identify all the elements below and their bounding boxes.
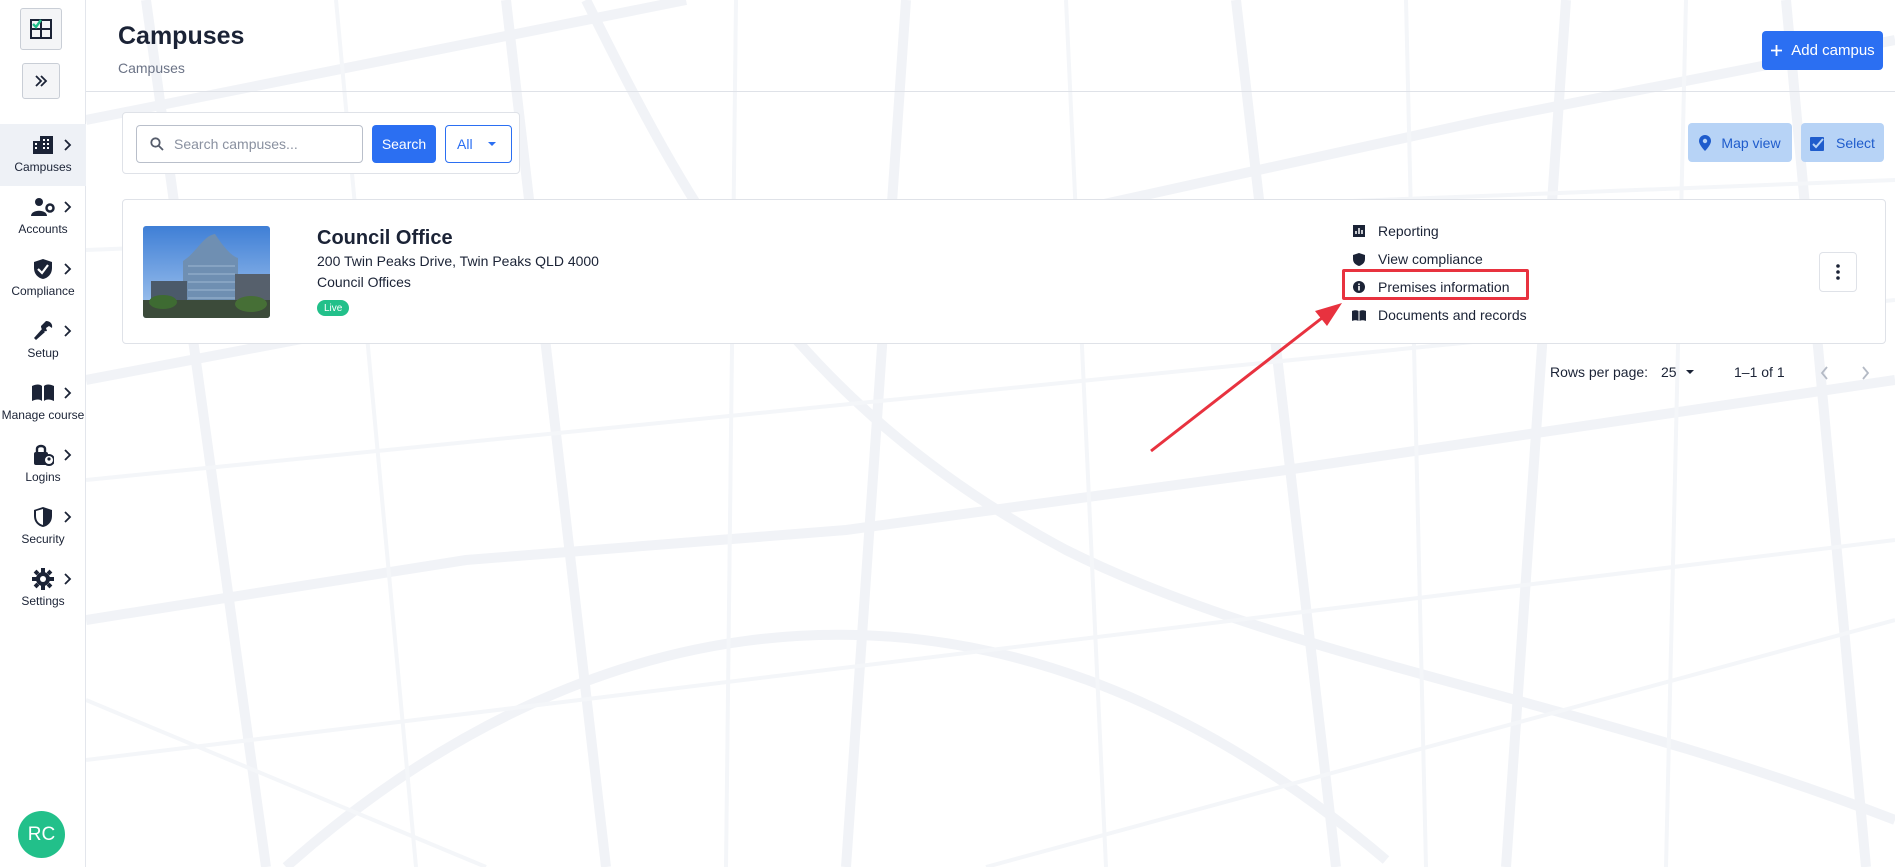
lock-person-icon	[31, 443, 55, 467]
main-content: Campuses Campuses Add campus Search All …	[86, 0, 1895, 867]
link-label: View compliance	[1378, 251, 1483, 267]
sidebar-item-label: Setup	[27, 346, 59, 360]
map-view-label: Map view	[1721, 134, 1781, 151]
rows-per-page-value: 25	[1661, 364, 1677, 380]
pagination-range: 1–1 of 1	[1734, 364, 1785, 380]
search-input[interactable]	[174, 136, 354, 152]
link-label: Documents and records	[1378, 307, 1527, 323]
search-field[interactable]	[136, 125, 363, 163]
sidebar-item-setup[interactable]: Setup	[0, 310, 86, 372]
sidebar-item-accounts[interactable]: Accounts	[0, 186, 86, 248]
report-icon	[1352, 224, 1366, 238]
shield-icon	[31, 505, 55, 529]
sidebar-item-compliance[interactable]: Compliance	[0, 248, 86, 310]
sidebar-item-label: Manage course	[1, 408, 85, 422]
status-badge: Live	[317, 300, 350, 316]
shield-icon	[1352, 252, 1366, 266]
view-compliance-link[interactable]: View compliance	[1352, 248, 1483, 270]
book-icon	[31, 381, 55, 405]
sidebar-item-label: Security	[21, 532, 65, 546]
select-button[interactable]: Select	[1801, 123, 1884, 162]
chevron-left-icon	[1820, 366, 1828, 380]
campus-address: 200 Twin Peaks Drive, Twin Peaks QLD 400…	[317, 253, 599, 269]
caret-down-icon	[1685, 370, 1694, 374]
sidebar-item-label: Settings	[21, 594, 65, 608]
page-title: Campuses	[118, 22, 245, 50]
chevron-right-icon	[64, 511, 72, 523]
link-label: Premises information	[1378, 279, 1510, 295]
header-divider	[86, 91, 1895, 92]
add-campus-button[interactable]: Add campus	[1762, 31, 1883, 70]
chevron-right-icon	[64, 201, 72, 213]
gear-icon	[31, 567, 55, 591]
app-logo[interactable]	[20, 8, 62, 50]
campus-photo	[143, 226, 270, 318]
sidebar-item-label: Accounts	[18, 222, 68, 236]
select-label: Select	[1836, 134, 1875, 151]
previous-page-button[interactable]	[1820, 366, 1830, 380]
chevron-right-icon	[64, 449, 72, 461]
chevron-right-icon	[64, 573, 72, 585]
campus-card[interactable]: Council Office 200 Twin Peaks Drive, Twi…	[122, 199, 1886, 344]
sidebar-item-settings[interactable]: Settings	[0, 558, 86, 620]
chevron-right-icon	[64, 139, 72, 151]
kebab-menu-icon	[1836, 264, 1840, 280]
search-panel: Search All	[122, 112, 520, 174]
campus-name[interactable]: Council Office	[317, 227, 453, 250]
user-cog-icon	[31, 195, 55, 219]
sidebar-item-logins[interactable]: Logins	[0, 434, 86, 496]
sidebar-item-label: Campuses	[14, 160, 72, 174]
premises-information-link[interactable]: Premises information	[1352, 276, 1510, 298]
search-icon	[150, 137, 164, 151]
plus-icon	[1771, 45, 1783, 56]
checklist-logo-icon	[30, 19, 52, 39]
wrench-icon	[31, 319, 55, 343]
chevron-right-icon	[64, 263, 72, 275]
add-campus-label: Add campus	[1791, 42, 1875, 59]
checkbox-multiple-icon	[1810, 136, 1825, 151]
shield-check-icon	[31, 257, 55, 281]
sidebar-item-label: Logins	[25, 470, 61, 484]
sidebar-item-label: Compliance	[11, 284, 75, 298]
buildings-icon	[31, 133, 55, 157]
filter-value: All	[457, 136, 473, 152]
chevron-right-icon	[64, 387, 72, 399]
chevron-right-icon	[1862, 366, 1870, 380]
sidebar-item-campuses[interactable]: Campuses	[0, 124, 86, 186]
more-options-button[interactable]	[1819, 252, 1857, 292]
sidebar-nav: Campuses Accounts Compliance Setup Manag…	[0, 124, 86, 620]
avatar[interactable]: RC	[18, 811, 65, 858]
sidebar: Campuses Accounts Compliance Setup Manag…	[0, 0, 86, 867]
chevron-right-icon	[64, 325, 72, 337]
sidebar-item-security[interactable]: Security	[0, 496, 86, 558]
next-page-button[interactable]	[1860, 366, 1870, 380]
campus-type: Council Offices	[317, 274, 411, 290]
breadcrumb[interactable]: Campuses	[118, 60, 185, 76]
map-pin-icon	[1699, 134, 1712, 151]
link-label: Reporting	[1378, 223, 1439, 239]
map-view-button[interactable]: Map view	[1688, 123, 1792, 162]
sidebar-item-manage-course[interactable]: Manage course	[0, 372, 86, 434]
info-icon	[1352, 280, 1366, 294]
documents-icon	[1352, 308, 1366, 322]
caret-down-icon	[487, 142, 496, 146]
status-filter-select[interactable]: All	[445, 125, 512, 163]
reporting-link[interactable]: Reporting	[1352, 220, 1439, 242]
rows-per-page-select[interactable]: 25	[1661, 364, 1695, 380]
double-chevron-right-icon	[35, 75, 48, 87]
search-button[interactable]: Search	[372, 125, 436, 163]
documents-and-records-link[interactable]: Documents and records	[1352, 304, 1527, 326]
expand-sidebar-button[interactable]	[22, 63, 60, 99]
rows-per-page-label: Rows per page:	[1550, 364, 1649, 380]
